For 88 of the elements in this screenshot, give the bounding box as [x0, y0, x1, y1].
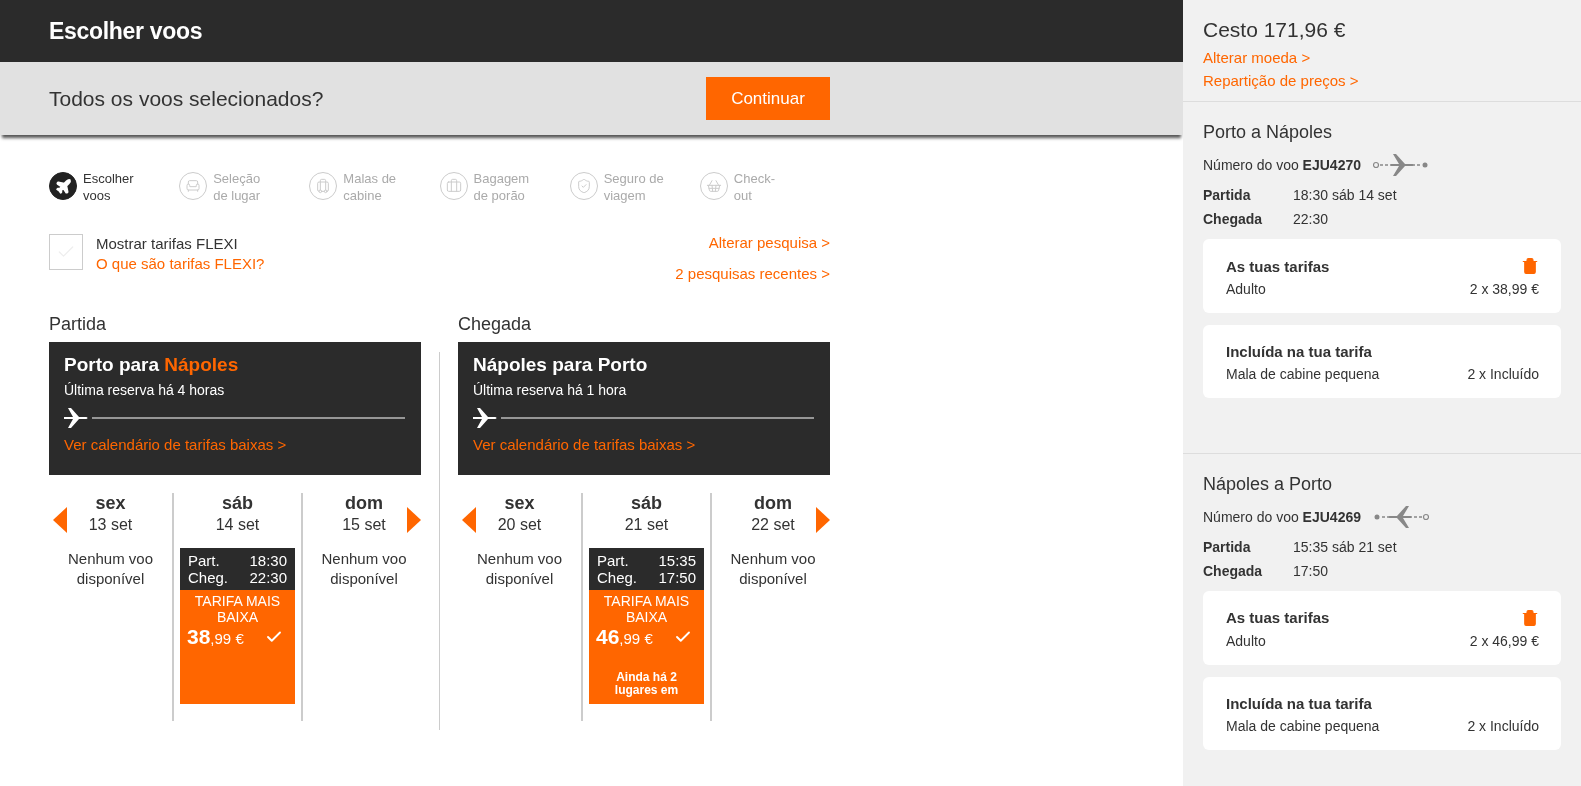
departure-time: 15:35: [658, 552, 696, 569]
flexi-label: Mostrar tarifas FLEXI: [96, 234, 239, 254]
fares-title: As tuas tarifas: [1226, 609, 1330, 627]
departure-label: Partida: [1203, 187, 1252, 203]
fare-label: TARIFA MAIS BAIXA: [193, 593, 282, 625]
day-date: 20 set: [497, 516, 542, 534]
delete-icon[interactable]: [1521, 257, 1539, 275]
flight-path-icon: [1373, 504, 1429, 529]
step-label: Malas de cabine: [343, 170, 398, 204]
calendar-link[interactable]: Ver calendário de tarifas baixas >: [64, 436, 406, 453]
journey-heading: Chegada: [458, 314, 533, 336]
passenger-type: Adulto: [1226, 632, 1266, 649]
journey-heading: Partida: [49, 314, 108, 336]
route-title: Porto para Nápoles: [64, 354, 240, 376]
step-label: Check-out: [733, 170, 777, 204]
flight-route: Porto a Nápoles: [1203, 122, 1334, 143]
included-title: Incluída na tua tarifa: [1226, 343, 1373, 360]
passenger-type: Adulto: [1226, 281, 1266, 297]
day-date: 22 set: [751, 516, 795, 534]
fare-amount: 2 x 38,99 €: [1469, 281, 1539, 297]
flexi-checkbox[interactable]: [49, 234, 83, 270]
no-flight-text: Nenhum voo disponível: [475, 549, 564, 589]
day-name: dom: [754, 493, 792, 514]
basket-link[interactable]: Repartição de preços >: [1203, 71, 1561, 91]
page-title: Escolher voos: [49, 17, 203, 45]
flexi-info-link[interactable]: O que são tarifas FLEXI?: [96, 254, 265, 274]
step-label: Escolher voos: [83, 170, 135, 204]
step-label: Seleção de lugar: [213, 170, 262, 204]
step-label: Seguro de viagem: [603, 170, 665, 204]
departure-label: Partida: [1203, 538, 1252, 555]
arrival-label: Chegada: [1203, 562, 1264, 579]
arrival-label: Chegada: [1203, 211, 1264, 227]
search-link[interactable]: Alterar pesquisa >: [708, 233, 830, 253]
basket-link[interactable]: Alterar moeda >: [1203, 48, 1561, 68]
basket-total: Cesto 171,96 €: [1203, 18, 1347, 42]
flight-path-icon: [1373, 153, 1429, 177]
no-flight-text: Nenhum voo disponível: [729, 549, 817, 589]
fare-price: 38,99 €: [187, 625, 244, 649]
flight-number: Número do voo EJU4270: [1203, 157, 1361, 173]
arrival-value: 17:50: [1293, 562, 1330, 579]
last-booking-text: Última reserva há 4 horas: [64, 382, 226, 398]
delete-icon[interactable]: [1521, 608, 1539, 627]
step-label: Bagagem de porão: [473, 170, 531, 204]
no-flight-text: Nenhum voo disponível: [320, 549, 408, 589]
no-flight-text: Nenhum voo disponível: [66, 549, 155, 589]
prompt-text: Todos os voos selecionados?: [49, 86, 324, 111]
next-arrow[interactable]: [407, 507, 421, 536]
day-date: 21 set: [624, 516, 669, 534]
flight-route: Nápoles a Porto: [1203, 473, 1334, 495]
departure-label: Part.: [597, 552, 630, 569]
day-name: sáb: [631, 493, 662, 514]
flight-card[interactable]: Part. 15:35 Cheg. 17:50 TARIFA MAIS BAIXA 46,99 € Ainda há 2 lugares em: [589, 548, 704, 704]
fare-price: 46,99 €: [596, 625, 653, 649]
included-item: Mala de cabine pequena: [1226, 717, 1380, 734]
arrival-label: Cheg.: [597, 569, 639, 586]
previous-arrow[interactable]: [462, 507, 476, 536]
seats-left-text: Ainda há 2 lugares em: [613, 671, 680, 697]
day-name: sex: [504, 493, 535, 514]
calendar-link[interactable]: Ver calendário de tarifas baixas >: [473, 436, 815, 453]
day-date: 14 set: [215, 516, 260, 534]
included-value: 2 x Incluído: [1467, 366, 1539, 382]
arrival-time: 22:30: [249, 569, 287, 586]
departure-time: 18:30: [249, 552, 287, 569]
day-name: dom: [345, 493, 383, 514]
fare-label: TARIFA MAIS BAIXA: [602, 593, 691, 625]
day-date: 15 set: [342, 516, 386, 534]
arrival-value: 22:30: [1293, 211, 1330, 227]
previous-arrow[interactable]: [53, 507, 67, 536]
search-link[interactable]: 2 pesquisas recentes >: [675, 264, 830, 284]
continue-button[interactable]: Continuar: [706, 77, 830, 120]
arrival-label: Cheg.: [188, 569, 230, 586]
departure-value: 15:35 sáb 21 set: [1293, 538, 1398, 555]
fares-title: As tuas tarifas: [1226, 257, 1330, 275]
last-booking-text: Última reserva há 1 hora: [473, 382, 628, 398]
flight-card[interactable]: Part. 18:30 Cheg. 22:30 TARIFA MAIS BAIXA 38,99 €: [180, 548, 295, 704]
departure-value: 18:30 sáb 14 set: [1293, 187, 1398, 203]
route-title: Nápoles para Porto: [473, 354, 649, 376]
day-name: sex: [95, 493, 126, 514]
fare-amount: 2 x 46,99 €: [1469, 632, 1539, 649]
flight-number: Número do voo EJU4269: [1203, 508, 1361, 525]
arrival-time: 17:50: [658, 569, 696, 586]
next-arrow[interactable]: [816, 507, 830, 536]
day-name: sáb: [222, 493, 253, 514]
day-date: 13 set: [88, 516, 133, 534]
included-value: 2 x Incluído: [1467, 717, 1539, 734]
departure-label: Part.: [188, 552, 221, 569]
included-title: Incluída na tua tarifa: [1226, 694, 1373, 712]
included-item: Mala de cabine pequena: [1226, 366, 1380, 382]
